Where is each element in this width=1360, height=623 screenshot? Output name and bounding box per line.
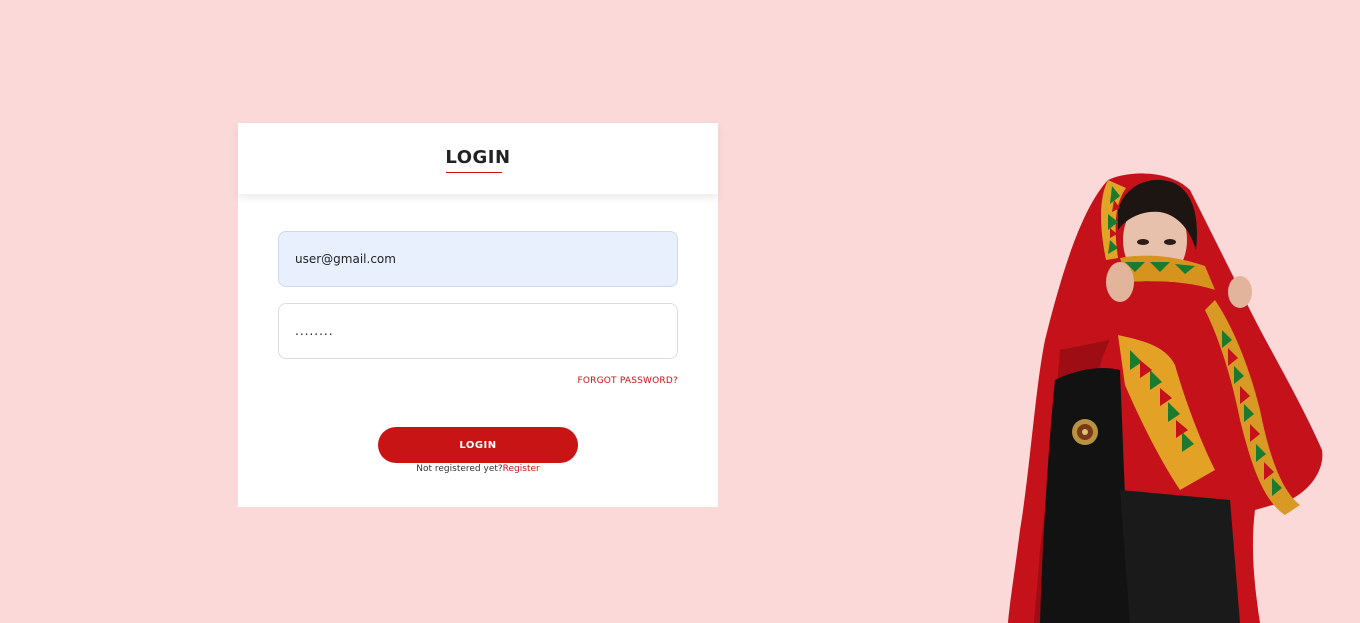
login-page: LOGIN FORGOT PASSWORD? LOGIN Not registe… bbox=[0, 0, 1360, 623]
register-link[interactable]: Register bbox=[503, 464, 540, 474]
password-input[interactable] bbox=[278, 303, 678, 359]
woman-illustration bbox=[1008, 173, 1323, 623]
register-prompt: Not registered yet? bbox=[416, 464, 503, 474]
login-card: LOGIN FORGOT PASSWORD? LOGIN Not registe… bbox=[238, 123, 718, 507]
login-title: LOGIN bbox=[445, 147, 511, 168]
login-button[interactable]: LOGIN bbox=[378, 427, 578, 463]
forgot-password-link[interactable]: FORGOT PASSWORD? bbox=[577, 376, 678, 386]
email-input[interactable] bbox=[278, 231, 678, 287]
register-line: Not registered yet?Register bbox=[238, 464, 718, 474]
title-underline bbox=[446, 172, 502, 173]
card-header: LOGIN bbox=[238, 123, 718, 194]
